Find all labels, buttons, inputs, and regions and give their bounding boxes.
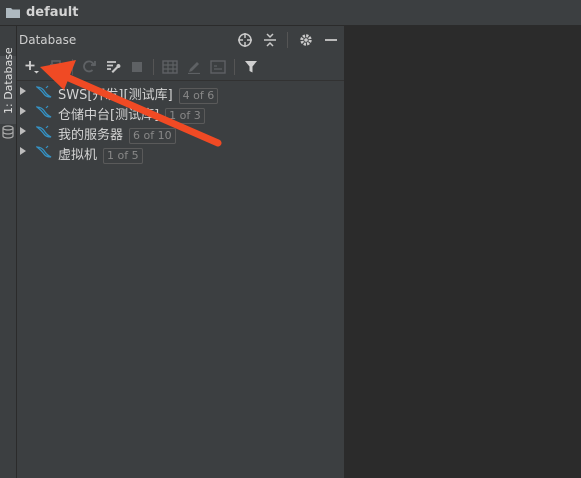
left-tool-stripe: 1: Database xyxy=(0,26,17,478)
stop-icon xyxy=(132,62,142,72)
tree-item[interactable]: 仓储中台[测试库] 1 of 3 xyxy=(17,102,344,124)
database-panel: Database SWS[开发][测试库] 4 of 6 仓储中台[测试库] 1… xyxy=(17,26,345,478)
expand-arrow-icon[interactable] xyxy=(20,127,26,135)
title-bar: default xyxy=(0,0,581,26)
console-icon xyxy=(210,60,226,74)
properties-button[interactable] xyxy=(104,58,122,76)
panel-title: Database xyxy=(19,33,77,47)
tree-item-label: SWS[开发][测试库] 4 of 6 xyxy=(58,84,219,104)
filter-button[interactable] xyxy=(242,58,260,76)
duplicate-button[interactable] xyxy=(47,58,65,76)
sql-console-button[interactable] xyxy=(209,58,227,76)
expand-arrow-icon[interactable] xyxy=(20,107,26,115)
gear-icon[interactable] xyxy=(298,32,314,48)
tree-item[interactable]: 虚拟机 1 of 5 xyxy=(17,142,344,164)
refresh-icon xyxy=(83,60,96,73)
edit-button[interactable] xyxy=(185,58,203,76)
collapse-all-icon[interactable] xyxy=(263,32,277,48)
editor-area xyxy=(345,26,581,478)
tree-item-label: 仓储中台[测试库] 1 of 3 xyxy=(58,104,205,124)
datasource-name: 虚拟机 xyxy=(58,148,98,163)
plus-icon xyxy=(25,61,39,74)
toolbar-separator xyxy=(153,59,154,75)
panel-header: Database xyxy=(17,26,344,54)
mysql-dolphin-icon xyxy=(36,85,52,98)
minimize-icon[interactable] xyxy=(324,32,338,48)
mysql-dolphin-icon xyxy=(36,145,52,158)
database-toolbar xyxy=(17,54,344,81)
tree-item[interactable]: 我的服务器 6 of 10 xyxy=(17,122,344,144)
pencil-icon xyxy=(188,62,200,74)
locate-target-icon[interactable] xyxy=(237,32,253,48)
copy-icon xyxy=(50,60,61,73)
database-tool-tab-label: 1: Database xyxy=(2,47,15,114)
tree-item-label: 虚拟机 1 of 5 xyxy=(58,144,143,164)
wrench-icon xyxy=(107,61,121,73)
expand-arrow-icon[interactable] xyxy=(20,87,26,95)
add-datasource-button[interactable] xyxy=(23,58,41,76)
database-stack-icon[interactable] xyxy=(2,125,14,139)
database-tool-tab[interactable]: 1: Database xyxy=(0,47,16,124)
expand-arrow-icon[interactable] xyxy=(20,147,26,155)
tree-item[interactable]: SWS[开发][测试库] 4 of 6 xyxy=(17,82,344,104)
header-separator xyxy=(287,32,288,48)
schema-count-badge: 1 of 5 xyxy=(103,148,143,164)
tree-item-label: 我的服务器 6 of 10 xyxy=(58,124,176,144)
filter-icon xyxy=(245,61,257,73)
refresh-button[interactable] xyxy=(80,58,98,76)
datasource-tree: SWS[开发][测试库] 4 of 6 仓储中台[测试库] 1 of 3 我的服务器… xyxy=(17,82,344,164)
mysql-dolphin-icon xyxy=(36,125,52,138)
table-icon xyxy=(162,60,178,74)
project-title: default xyxy=(26,5,79,20)
folder-icon xyxy=(6,8,20,18)
datasource-name: 我的服务器 xyxy=(58,128,124,143)
toolbar-separator xyxy=(72,59,73,75)
mysql-dolphin-icon xyxy=(36,105,52,118)
datasource-name: 仓储中台[测试库] xyxy=(58,108,160,123)
toolbar-separator xyxy=(234,59,235,75)
table-editor-button[interactable] xyxy=(161,58,179,76)
stop-button[interactable] xyxy=(128,58,146,76)
datasource-name: SWS[开发][测试库] xyxy=(58,88,173,103)
